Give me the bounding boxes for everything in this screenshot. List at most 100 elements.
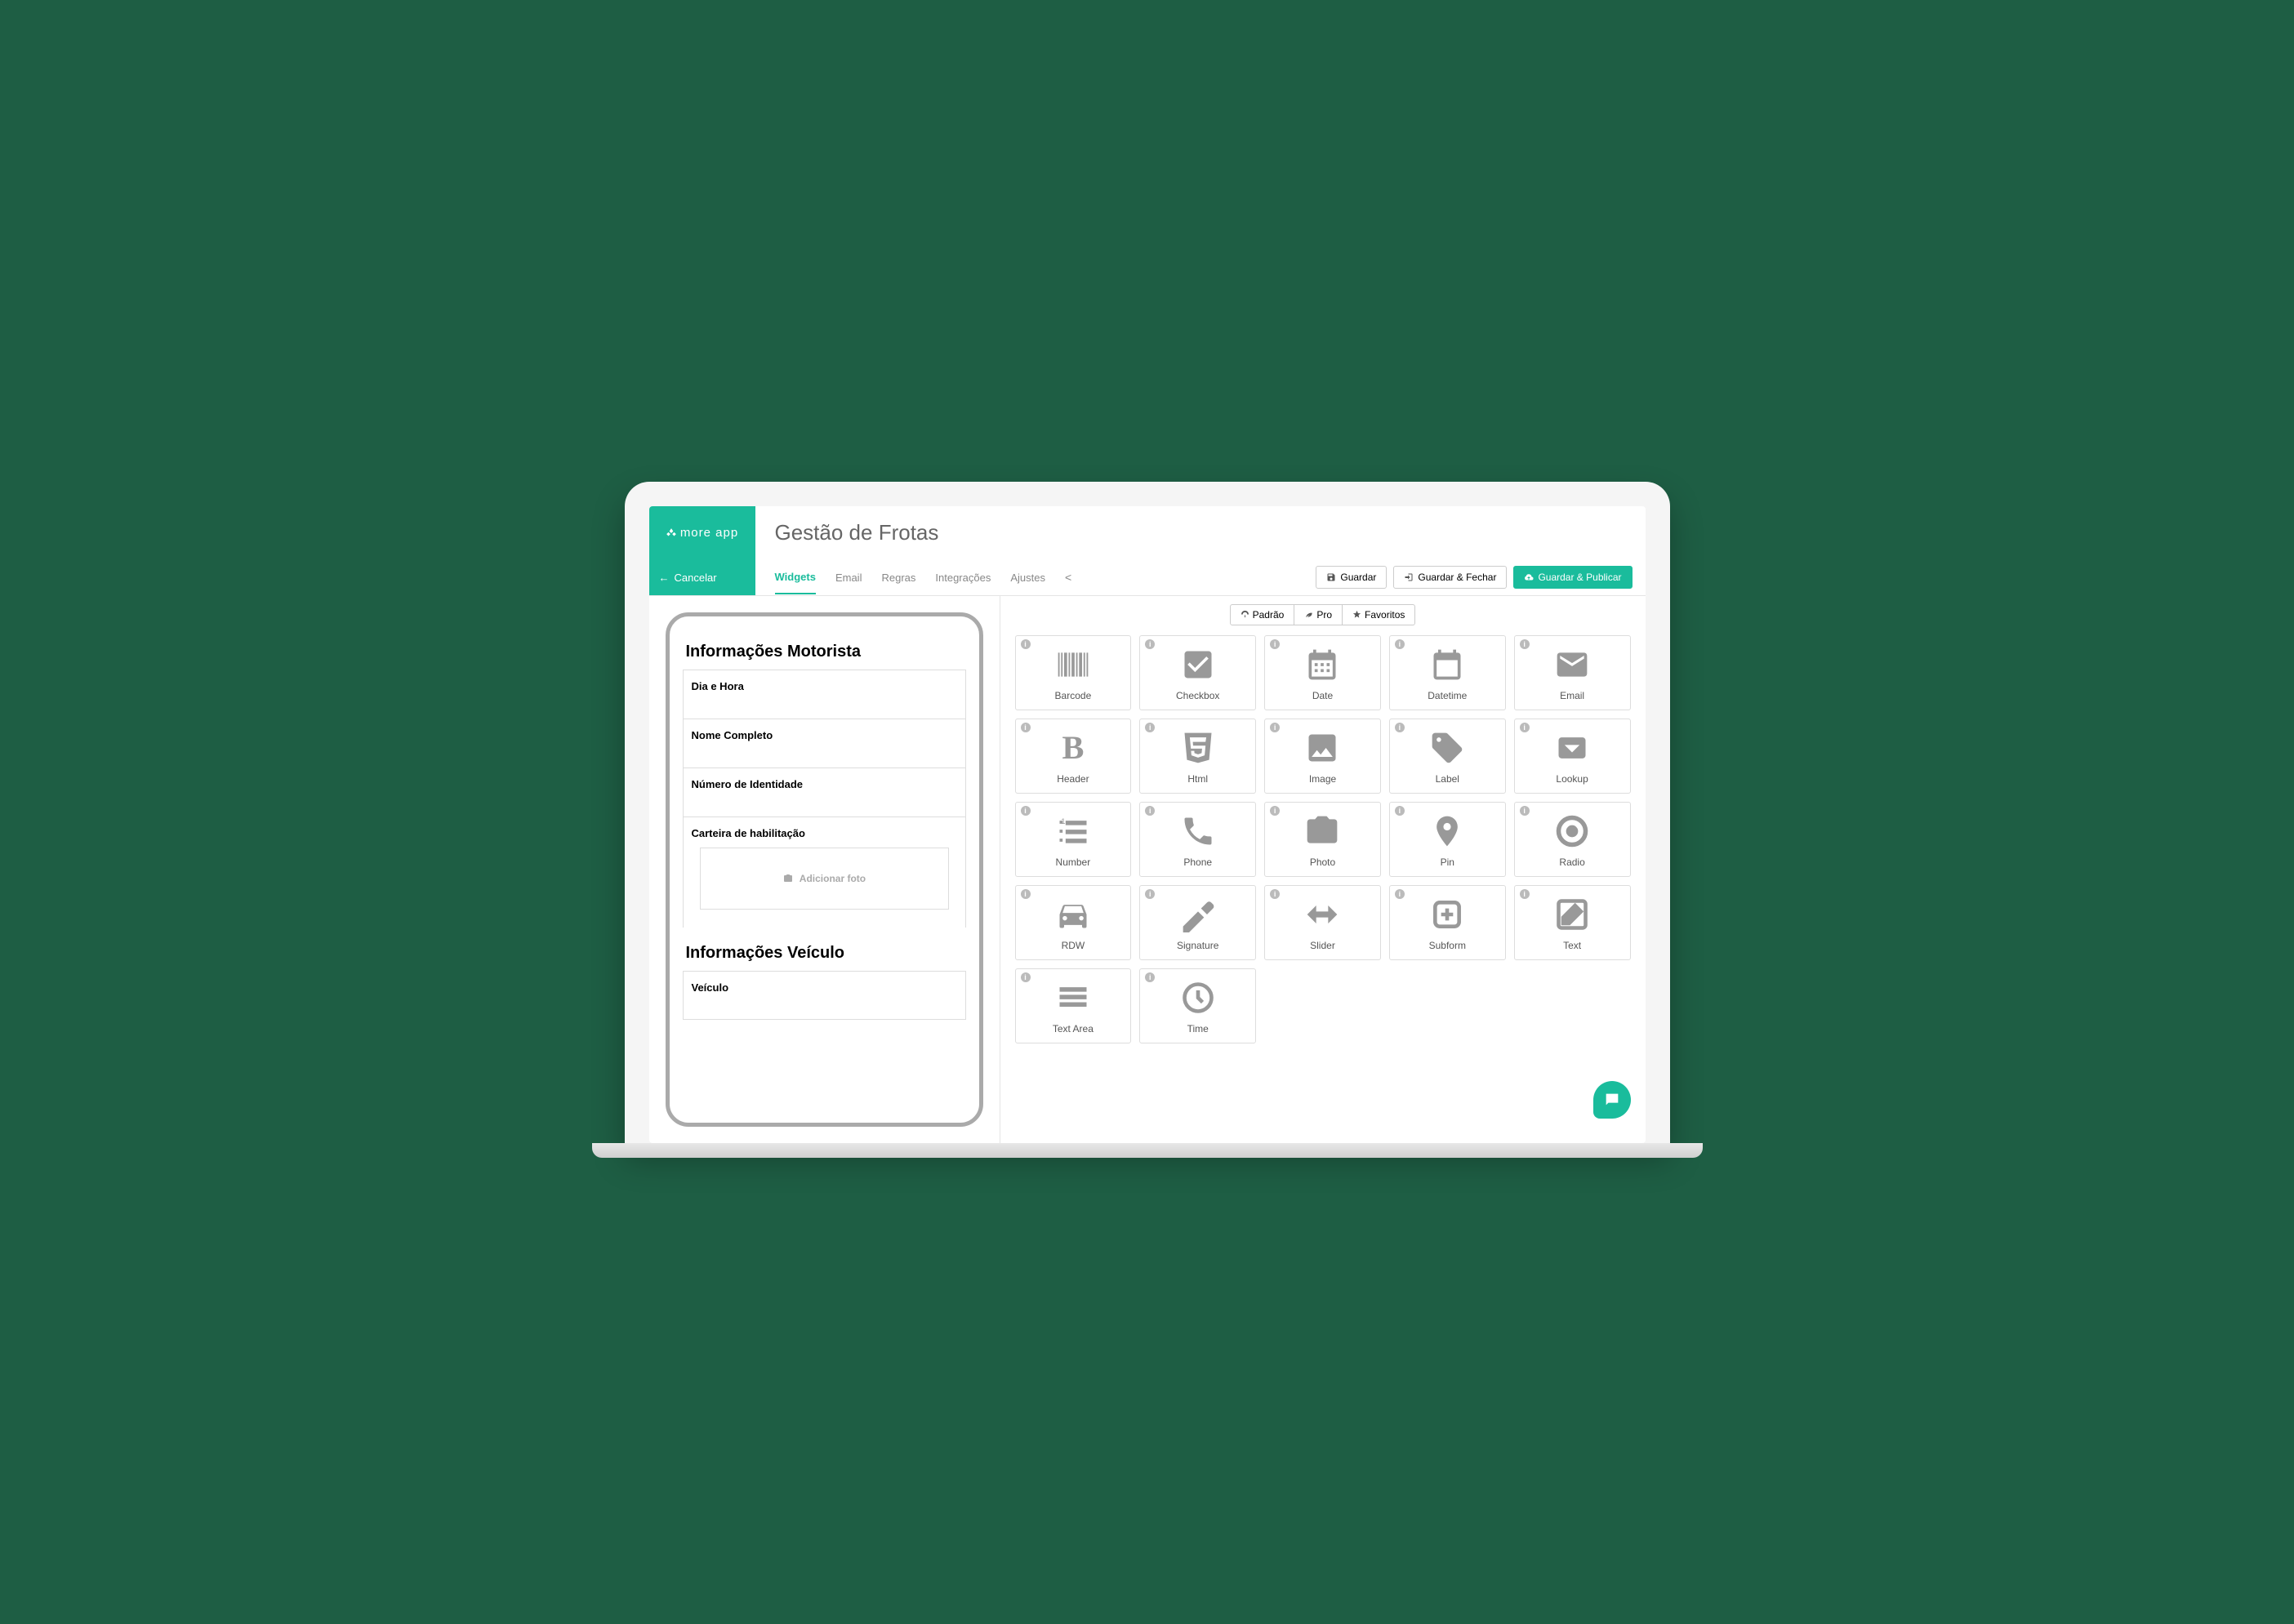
info-icon[interactable]: i — [1520, 889, 1530, 899]
header-icon: B — [1019, 726, 1128, 770]
field-fullname[interactable]: Nome Completo — [683, 719, 966, 768]
widget-label: Signature — [1143, 940, 1252, 951]
subform-icon — [1393, 892, 1502, 937]
info-icon[interactable]: i — [1395, 723, 1405, 732]
barcode-icon — [1019, 643, 1128, 687]
field-license-label: Carteira de habilitação — [692, 827, 957, 839]
widget-photo[interactable]: i Photo — [1264, 802, 1381, 877]
info-icon[interactable]: i — [1270, 889, 1280, 899]
html-icon — [1143, 726, 1252, 770]
filter-favorites[interactable]: Favoritos — [1343, 604, 1415, 625]
cancel-button[interactable]: Cancelar — [649, 560, 755, 595]
save-close-button[interactable]: Guardar & Fechar — [1393, 566, 1507, 589]
widget-subform[interactable]: i Subform — [1389, 885, 1506, 960]
widget-label: Slider — [1268, 940, 1377, 951]
brand-text: more app — [680, 526, 738, 540]
email-icon — [1518, 643, 1627, 687]
info-icon[interactable]: i — [1021, 806, 1031, 816]
field-vehicle[interactable]: Veículo — [683, 971, 966, 1020]
info-icon[interactable]: i — [1270, 639, 1280, 649]
cloud-upload-icon — [1524, 572, 1534, 582]
info-icon[interactable]: i — [1520, 723, 1530, 732]
brand-logo[interactable]: more app — [649, 506, 755, 560]
widget-image[interactable]: iImage — [1264, 719, 1381, 794]
widget-email[interactable]: i Email — [1514, 635, 1631, 710]
widget-lookup[interactable]: iLookup — [1514, 719, 1631, 794]
widget-radio[interactable]: i Radio — [1514, 802, 1631, 877]
widget-rdw[interactable]: iRDW — [1015, 885, 1132, 960]
info-icon[interactable]: i — [1145, 806, 1155, 816]
info-icon[interactable]: i — [1021, 723, 1031, 732]
leaf-icon — [1304, 610, 1313, 619]
section-driver-title: Informações Motorista — [686, 643, 963, 661]
info-icon[interactable]: i — [1520, 639, 1530, 649]
info-icon[interactable]: i — [1395, 806, 1405, 816]
widget-label: Label — [1393, 773, 1502, 785]
widget-date[interactable]: i Date — [1264, 635, 1381, 710]
filter-default-label: Padrão — [1253, 609, 1285, 621]
widget-time[interactable]: iTime — [1139, 968, 1256, 1043]
phone-frame: Informações Motorista Dia e Hora Nome Co… — [666, 612, 983, 1127]
widgets-panel: Padrão Pro Favoritos iBarcodeiCheckboxiD… — [1000, 596, 1646, 1143]
widget-number[interactable]: i1Number — [1015, 802, 1132, 877]
field-idnumber[interactable]: Número de Identidade — [683, 768, 966, 816]
info-icon[interactable]: i — [1021, 972, 1031, 982]
widget-barcode[interactable]: iBarcode — [1015, 635, 1132, 710]
svg-text:1: 1 — [1061, 816, 1065, 825]
tab-email[interactable]: Email — [835, 562, 862, 594]
info-icon[interactable]: i — [1145, 889, 1155, 899]
rdw-icon — [1019, 892, 1128, 937]
save-publish-button[interactable]: Guardar & Publicar — [1513, 566, 1632, 589]
tab-integrations[interactable]: Integrações — [935, 562, 991, 594]
add-photo-label: Adicionar foto — [800, 873, 866, 884]
datetime-icon — [1393, 643, 1502, 687]
field-license[interactable]: Carteira de habilitação Adicionar foto — [683, 816, 966, 928]
info-icon[interactable]: i — [1270, 806, 1280, 816]
info-icon[interactable]: i — [1395, 889, 1405, 899]
cancel-label: Cancelar — [675, 572, 717, 584]
widget-textarea[interactable]: iText Area — [1015, 968, 1132, 1043]
widget-html[interactable]: iHtml — [1139, 719, 1256, 794]
widget-signature[interactable]: i Signature — [1139, 885, 1256, 960]
info-icon[interactable]: i — [1145, 972, 1155, 982]
widget-label: Photo — [1268, 856, 1377, 868]
widget-label: Subform — [1393, 940, 1502, 951]
widget-label: Date — [1268, 690, 1377, 701]
date-icon — [1268, 643, 1377, 687]
widget-label: Email — [1518, 690, 1627, 701]
add-photo-box[interactable]: Adicionar foto — [700, 848, 949, 910]
tab-widgets[interactable]: Widgets — [775, 561, 816, 594]
widget-datetime[interactable]: iDatetime — [1389, 635, 1506, 710]
widget-text[interactable]: i Text — [1514, 885, 1631, 960]
filter-pro-label: Pro — [1316, 609, 1332, 621]
label-icon — [1393, 726, 1502, 770]
info-icon[interactable]: i — [1520, 806, 1530, 816]
editor-tabs: Widgets Email Regras Integrações Ajustes… — [755, 560, 1072, 595]
widget-pin[interactable]: i Pin — [1389, 802, 1506, 877]
save-button[interactable]: Guardar — [1316, 566, 1387, 589]
filter-default[interactable]: Padrão — [1230, 604, 1295, 625]
filter-pro[interactable]: Pro — [1294, 604, 1343, 625]
widget-phone[interactable]: iPhone — [1139, 802, 1256, 877]
tab-rules[interactable]: Regras — [881, 562, 915, 594]
widget-header[interactable]: iBHeader — [1015, 719, 1132, 794]
info-icon[interactable]: i — [1145, 723, 1155, 732]
field-datetime[interactable]: Dia e Hora — [683, 670, 966, 719]
info-icon[interactable]: i — [1021, 889, 1031, 899]
info-icon[interactable]: i — [1021, 639, 1031, 649]
tab-settings[interactable]: Ajustes — [1010, 562, 1045, 594]
info-icon[interactable]: i — [1145, 639, 1155, 649]
widget-label: Text — [1518, 940, 1627, 951]
chat-fab[interactable] — [1593, 1081, 1631, 1119]
widget-label: Pin — [1393, 856, 1502, 868]
checkbox-icon — [1143, 643, 1252, 687]
widget-checkbox[interactable]: iCheckbox — [1139, 635, 1256, 710]
info-icon[interactable]: i — [1270, 723, 1280, 732]
widget-slider[interactable]: i Slider — [1264, 885, 1381, 960]
widget-label: Radio — [1518, 856, 1627, 868]
save-close-label: Guardar & Fechar — [1418, 572, 1496, 583]
tab-scroll-left-icon[interactable]: < — [1065, 571, 1071, 584]
filter-favorites-label: Favoritos — [1365, 609, 1405, 621]
widget-label[interactable]: i Label — [1389, 719, 1506, 794]
info-icon[interactable]: i — [1395, 639, 1405, 649]
